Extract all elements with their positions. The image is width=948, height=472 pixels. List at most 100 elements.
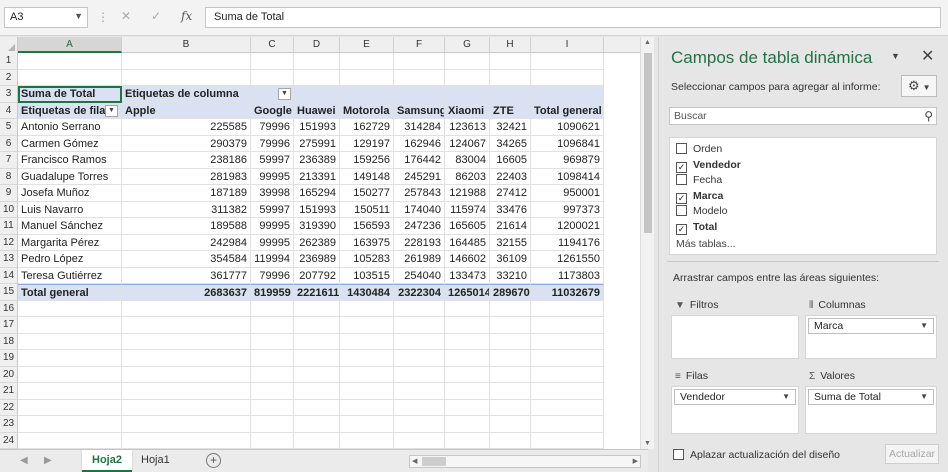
scroll-left-icon[interactable]: ◀ <box>412 456 417 467</box>
data-cell[interactable]: 149148 <box>340 168 394 185</box>
checkbox-icon[interactable] <box>673 449 684 460</box>
empty-cell[interactable] <box>445 69 490 86</box>
data-cell[interactable]: 36109 <box>490 251 531 268</box>
data-cell[interactable]: 83004 <box>445 152 490 169</box>
tab-next-icon[interactable]: ▶ <box>44 455 52 466</box>
pivot-header-cell[interactable]: Xiaomi <box>445 102 490 119</box>
data-cell[interactable]: 254040 <box>394 267 445 284</box>
empty-cell[interactable] <box>122 366 251 383</box>
empty-cell[interactable] <box>490 399 531 416</box>
empty-cell[interactable] <box>122 350 251 367</box>
filter-dropdown-button[interactable]: ▼ <box>278 88 291 100</box>
empty-cell[interactable] <box>445 350 490 367</box>
empty-cell[interactable] <box>251 432 294 449</box>
empty-cell[interactable] <box>394 69 445 86</box>
empty-cell[interactable] <box>294 333 340 350</box>
empty-cell[interactable] <box>531 69 604 86</box>
pivot-header-cell[interactable]: Huawei <box>294 102 340 119</box>
data-cell[interactable]: 261989 <box>394 251 445 268</box>
rows-area-item[interactable]: Vendedor ▼ <box>674 389 796 405</box>
data-cell[interactable]: 213391 <box>294 168 340 185</box>
row-header[interactable]: 1 <box>0 53 18 70</box>
empty-cell[interactable] <box>294 69 340 86</box>
data-cell[interactable]: 115974 <box>445 201 490 218</box>
empty-cell[interactable] <box>122 69 251 86</box>
data-cell[interactable]: 124067 <box>445 135 490 152</box>
data-cell[interactable]: 162946 <box>394 135 445 152</box>
empty-cell[interactable] <box>340 333 394 350</box>
empty-cell[interactable] <box>445 432 490 449</box>
empty-cell[interactable] <box>18 317 122 334</box>
data-cell[interactable]: 187189 <box>122 185 251 202</box>
empty-cell[interactable] <box>294 416 340 433</box>
column-header-i[interactable]: I <box>531 37 604 53</box>
row-header[interactable]: 22 <box>0 399 18 416</box>
data-cell[interactable]: 236389 <box>294 152 340 169</box>
row-header[interactable]: 21 <box>0 383 18 400</box>
pivot-header-cell[interactable]: Motorola <box>340 102 394 119</box>
empty-cell[interactable] <box>251 416 294 433</box>
column-header-h[interactable]: H <box>490 37 531 53</box>
empty-cell[interactable] <box>445 333 490 350</box>
empty-cell[interactable] <box>251 69 294 86</box>
row-header[interactable]: 11 <box>0 218 18 235</box>
empty-cell[interactable] <box>122 432 251 449</box>
data-cell[interactable]: 1261550 <box>531 251 604 268</box>
data-cell[interactable]: 319390 <box>294 218 340 235</box>
empty-cell[interactable] <box>18 69 122 86</box>
empty-cell[interactable] <box>531 366 604 383</box>
checkbox-icon[interactable]: ✓ <box>676 192 687 204</box>
total-cell[interactable]: 2221611 <box>294 284 340 301</box>
data-cell[interactable]: 59997 <box>251 201 294 218</box>
data-cell[interactable]: 275991 <box>294 135 340 152</box>
empty-cell[interactable] <box>531 432 604 449</box>
empty-cell[interactable] <box>445 383 490 400</box>
data-cell[interactable]: 119994 <box>251 251 294 268</box>
empty-cell[interactable] <box>122 333 251 350</box>
data-cell[interactable]: 146602 <box>445 251 490 268</box>
checkbox-icon[interactable] <box>676 143 687 154</box>
empty-cell[interactable] <box>251 300 294 317</box>
empty-cell[interactable] <box>531 53 604 70</box>
empty-cell[interactable] <box>294 300 340 317</box>
empty-cell[interactable] <box>294 53 340 70</box>
row-header[interactable]: 2 <box>0 69 18 86</box>
data-cell[interactable]: 99995 <box>251 168 294 185</box>
empty-cell[interactable] <box>122 300 251 317</box>
empty-cell[interactable] <box>394 317 445 334</box>
row-header[interactable]: 17 <box>0 317 18 334</box>
data-cell[interactable]: 257843 <box>394 185 445 202</box>
data-cell[interactable]: 164485 <box>445 234 490 251</box>
data-cell[interactable]: 39998 <box>251 185 294 202</box>
data-cell[interactable]: 207792 <box>294 267 340 284</box>
empty-cell[interactable] <box>445 399 490 416</box>
empty-cell[interactable] <box>340 86 394 103</box>
empty-cell[interactable] <box>18 53 122 70</box>
empty-cell[interactable] <box>531 416 604 433</box>
empty-cell[interactable] <box>394 383 445 400</box>
data-cell[interactable]: 99995 <box>251 218 294 235</box>
row-header[interactable]: 14 <box>0 267 18 284</box>
data-cell[interactable]: Manuel Sánchez <box>18 218 122 235</box>
pivot-header-cell[interactable]: Etiquetas de columna ▼ <box>122 86 294 103</box>
empty-cell[interactable] <box>340 366 394 383</box>
defer-update-checkbox[interactable]: Aplazar actualización del diseño <box>673 449 840 461</box>
empty-cell[interactable] <box>122 399 251 416</box>
data-cell[interactable]: 86203 <box>445 168 490 185</box>
empty-cell[interactable] <box>340 69 394 86</box>
column-header-a[interactable]: A <box>18 37 122 53</box>
data-cell[interactable]: 1096841 <box>531 135 604 152</box>
sheet-tab-hoja2[interactable]: Hoja2 <box>82 450 132 472</box>
empty-cell[interactable] <box>251 350 294 367</box>
data-cell[interactable]: 22403 <box>490 168 531 185</box>
data-cell[interactable]: 79996 <box>251 135 294 152</box>
row-header[interactable]: 13 <box>0 251 18 268</box>
empty-cell[interactable] <box>531 300 604 317</box>
empty-cell[interactable] <box>18 416 122 433</box>
empty-cell[interactable] <box>445 317 490 334</box>
column-header-e[interactable]: E <box>340 37 394 53</box>
empty-cell[interactable] <box>122 383 251 400</box>
row-header[interactable]: 16 <box>0 300 18 317</box>
data-cell[interactable]: 238186 <box>122 152 251 169</box>
empty-cell[interactable] <box>394 300 445 317</box>
